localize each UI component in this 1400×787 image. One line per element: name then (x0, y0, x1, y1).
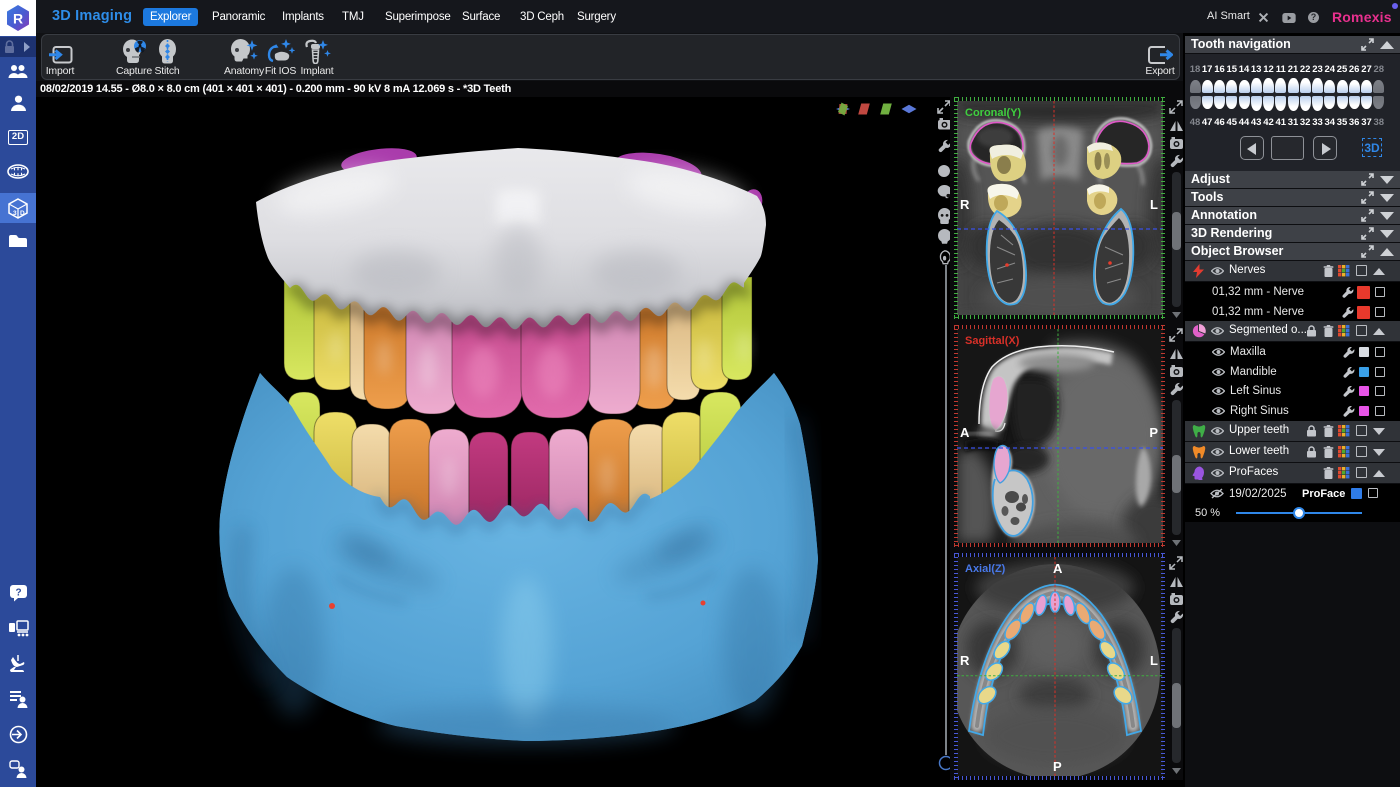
svg-text:R: R (13, 11, 23, 27)
svg-text:?: ? (15, 588, 21, 599)
svg-text:D: D (20, 210, 25, 217)
svg-text:3: 3 (13, 210, 17, 217)
